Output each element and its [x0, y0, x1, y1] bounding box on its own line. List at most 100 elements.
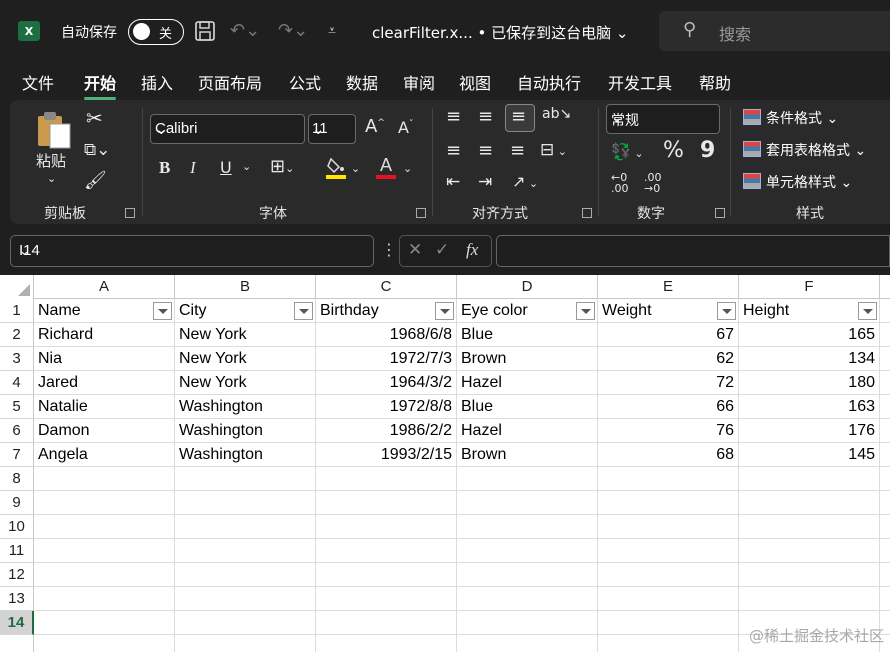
- worksheet-grid[interactable]: A B C D E F 1 2 3 4 5 6 7 8 9 10 11 12 1…: [0, 275, 890, 652]
- font-name-select[interactable]: Calibri ⌄: [150, 114, 305, 144]
- align-middle-icon[interactable]: ≡: [478, 106, 493, 127]
- table-cell[interactable]: Blue: [457, 323, 597, 347]
- font-color-dropdown-icon[interactable]: ⌄: [403, 162, 412, 175]
- column-header-f[interactable]: F: [739, 275, 880, 299]
- column-header-c[interactable]: C: [316, 275, 457, 299]
- table-cell[interactable]: 1972/7/3: [316, 347, 456, 371]
- tab-file[interactable]: 文件: [22, 70, 54, 94]
- header-cell-eye-color[interactable]: Eye color: [457, 299, 575, 323]
- bold-button[interactable]: B: [159, 158, 170, 178]
- name-box[interactable]: I14 ⌄: [10, 235, 374, 267]
- tab-review[interactable]: 审阅: [403, 70, 435, 94]
- column-header-b[interactable]: B: [175, 275, 316, 299]
- align-left-icon[interactable]: ≡: [446, 140, 461, 161]
- redo-icon[interactable]: ↷⌄: [278, 20, 308, 41]
- filter-dropdown-icon[interactable]: [153, 302, 172, 320]
- align-right-icon[interactable]: ≡: [510, 140, 525, 161]
- tab-data[interactable]: 数据: [346, 70, 378, 94]
- cut-icon[interactable]: ✂: [86, 106, 103, 130]
- table-cell[interactable]: 72: [598, 371, 738, 395]
- italic-button[interactable]: I: [190, 158, 196, 178]
- table-cell[interactable]: 165: [739, 323, 879, 347]
- table-cell[interactable]: 66: [598, 395, 738, 419]
- paste-label[interactable]: 粘贴: [36, 150, 66, 171]
- align-center-icon[interactable]: ≡: [478, 140, 493, 161]
- table-cell[interactable]: Nia: [34, 347, 174, 371]
- table-cell[interactable]: Natalie: [34, 395, 174, 419]
- table-cell[interactable]: Brown: [457, 347, 597, 371]
- row-header[interactable]: 8: [0, 467, 34, 491]
- table-cell[interactable]: 163: [739, 395, 879, 419]
- row-header[interactable]: 11: [0, 539, 34, 563]
- tab-help[interactable]: 帮助: [699, 70, 731, 94]
- row-header[interactable]: 4: [0, 371, 34, 395]
- column-header-e[interactable]: E: [598, 275, 739, 299]
- percent-button[interactable]: %: [663, 138, 684, 163]
- underline-dropdown-icon[interactable]: ⌄: [242, 160, 251, 173]
- filter-dropdown-icon[interactable]: [435, 302, 454, 320]
- table-cell[interactable]: New York: [175, 323, 315, 347]
- table-cell[interactable]: 67: [598, 323, 738, 347]
- paste-dropdown-icon[interactable]: ⌄: [47, 172, 56, 185]
- number-format-select[interactable]: 常规 ⌄: [606, 104, 720, 134]
- table-cell[interactable]: Blue: [457, 395, 597, 419]
- table-cell[interactable]: 176: [739, 419, 879, 443]
- copy-icon[interactable]: ⧉⌄: [84, 140, 110, 160]
- row-header[interactable]: 7: [0, 443, 34, 467]
- table-cell[interactable]: New York: [175, 371, 315, 395]
- table-cell[interactable]: 1993/2/15: [316, 443, 456, 467]
- cancel-icon[interactable]: ✕: [408, 240, 422, 260]
- table-cell[interactable]: 76: [598, 419, 738, 443]
- autosave-toggle[interactable]: 关: [128, 19, 184, 45]
- table-cell[interactable]: 145: [739, 443, 879, 467]
- tab-developer[interactable]: 开发工具: [608, 70, 672, 94]
- select-all-button[interactable]: [0, 275, 34, 299]
- font-launcher-icon[interactable]: [416, 208, 426, 218]
- fill-dropdown-icon[interactable]: ⌄: [351, 162, 360, 175]
- cell-styles-button[interactable]: 单元格样式 ⌄: [743, 172, 852, 192]
- tab-insert[interactable]: 插入: [141, 70, 173, 94]
- table-cell[interactable]: 1972/8/8: [316, 395, 456, 419]
- search-box[interactable]: ⚲ 搜索: [659, 11, 890, 51]
- conditional-formatting-button[interactable]: 条件格式 ⌄: [743, 108, 838, 128]
- table-cell[interactable]: Brown: [457, 443, 597, 467]
- customize-qat-icon[interactable]: ⩡: [328, 23, 336, 39]
- row-header[interactable]: 3: [0, 347, 34, 371]
- filter-dropdown-icon[interactable]: [717, 302, 736, 320]
- borders-icon[interactable]: ⊞⌄: [270, 156, 294, 177]
- number-launcher-icon[interactable]: [715, 208, 725, 218]
- header-cell-city[interactable]: City: [175, 299, 293, 323]
- table-cell[interactable]: Washington: [175, 443, 315, 467]
- table-cell[interactable]: 68: [598, 443, 738, 467]
- font-size-select[interactable]: 11 ⌄: [308, 114, 356, 144]
- formula-input[interactable]: [496, 235, 890, 267]
- increase-indent-icon[interactable]: ⇥: [478, 172, 492, 192]
- insert-function-button[interactable]: fx: [466, 240, 478, 260]
- grow-font-icon[interactable]: A^: [365, 116, 385, 137]
- table-cell[interactable]: 1964/3/2: [316, 371, 456, 395]
- save-icon[interactable]: [194, 20, 216, 47]
- row-header[interactable]: 6: [0, 419, 34, 443]
- enter-icon[interactable]: ✓: [435, 240, 449, 260]
- table-cell[interactable]: Washington: [175, 395, 315, 419]
- decrease-decimal-icon[interactable]: .00 →0: [644, 172, 662, 194]
- row-header[interactable]: 12: [0, 563, 34, 587]
- table-cell[interactable]: Hazel: [457, 371, 597, 395]
- column-header-a[interactable]: A: [34, 275, 175, 299]
- tab-formulas[interactable]: 公式: [289, 70, 321, 94]
- shrink-font-icon[interactable]: Aˇ: [398, 118, 413, 137]
- fill-color-icon[interactable]: [326, 155, 348, 183]
- row-header-selected[interactable]: 14: [0, 611, 34, 635]
- table-cell[interactable]: Richard: [34, 323, 174, 347]
- table-cell[interactable]: Hazel: [457, 419, 597, 443]
- tab-automate[interactable]: 自动执行: [517, 70, 581, 94]
- tab-view[interactable]: 视图: [459, 70, 491, 94]
- font-color-icon[interactable]: A: [376, 154, 398, 184]
- header-cell-height[interactable]: Height: [739, 299, 857, 323]
- comma-style-button[interactable]: 9: [700, 138, 715, 163]
- undo-icon[interactable]: ↶⌄: [230, 20, 260, 41]
- filter-dropdown-icon[interactable]: [294, 302, 313, 320]
- table-cell[interactable]: New York: [175, 347, 315, 371]
- format-painter-icon[interactable]: 🖌: [84, 170, 107, 191]
- table-cell[interactable]: 1968/6/8: [316, 323, 456, 347]
